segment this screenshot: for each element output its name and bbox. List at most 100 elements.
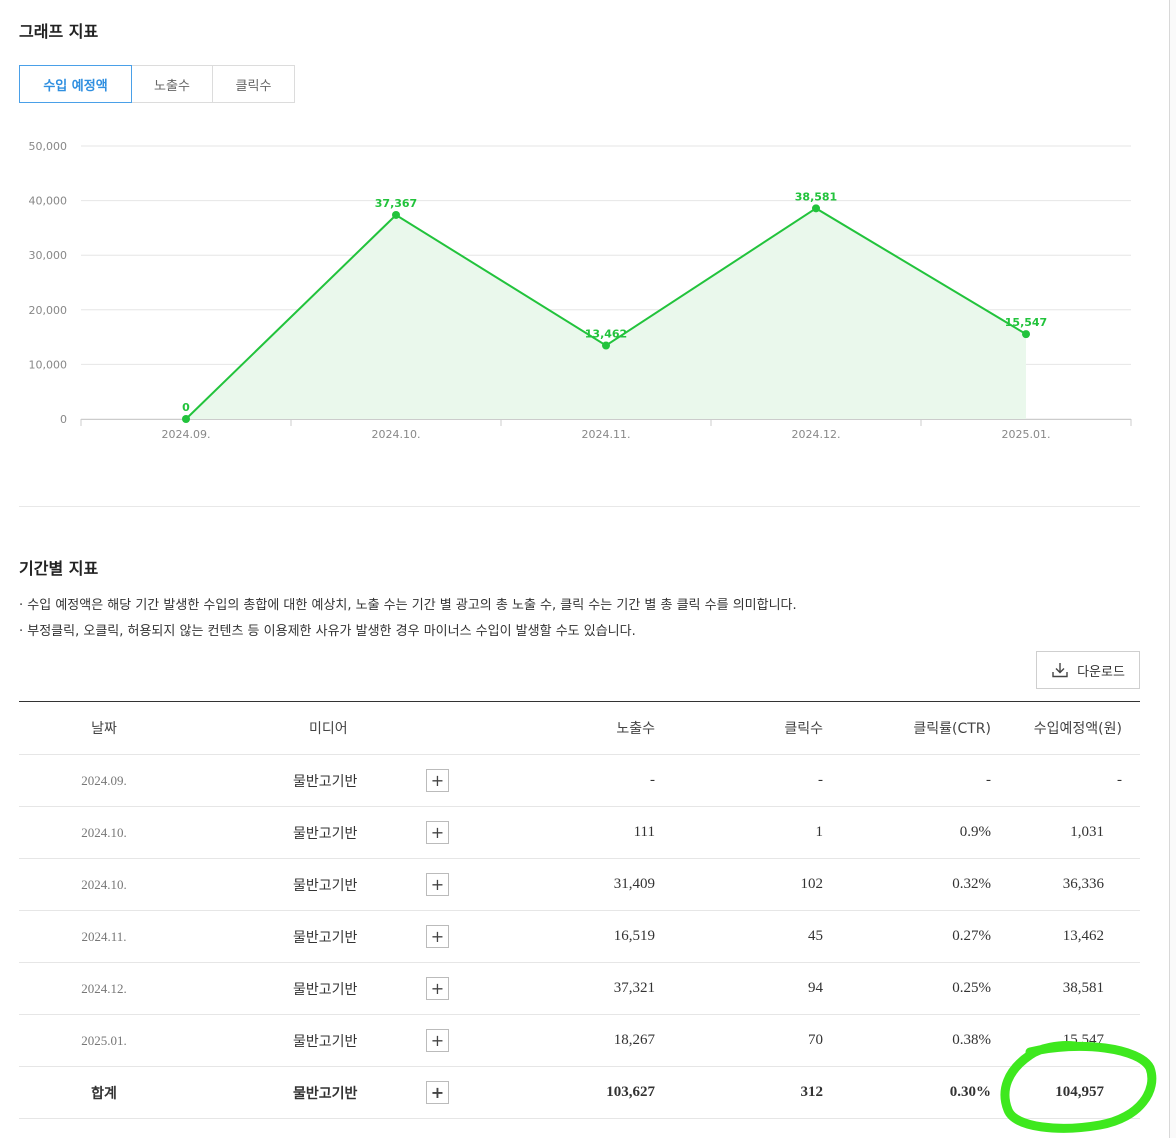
cell-impressions: - <box>505 754 656 807</box>
x-tick-label: 2024.09. <box>162 428 211 441</box>
cell-ctr: - <box>824 754 992 807</box>
x-tick-label: 2024.10. <box>372 428 421 441</box>
cell-clicks: - <box>656 754 824 807</box>
data-label: 37,367 <box>375 197 417 210</box>
cell-impressions: 103,627 <box>505 1066 656 1119</box>
header-media: 미디어 <box>189 701 425 755</box>
data-label: 15,547 <box>1005 316 1047 329</box>
header-clicks: 클릭수 <box>656 701 824 755</box>
data-point <box>182 415 190 423</box>
cell-revenue: 15,547 <box>992 1014 1140 1067</box>
cell-media: 물반고기반 <box>189 1014 425 1067</box>
cell-media: 물반고기반 <box>189 858 425 911</box>
expand-plus-icon[interactable]: + <box>426 769 449 792</box>
cell-date: 합계 <box>19 1066 189 1119</box>
tab-clicks[interactable]: 클릭수 <box>213 65 295 103</box>
table-total-row: 합계 물반고기반 +103,627 312 0.30% 104,957 <box>19 1066 1140 1119</box>
cell-media: 물반고기반 <box>189 1066 425 1119</box>
cell-revenue: 13,462 <box>992 910 1140 963</box>
cell-impressions: 111 <box>505 806 656 859</box>
table-row: 2024.10. 물반고기반 +31,409 102 0.32% 36,336 <box>19 858 1140 911</box>
table-row: 2024.09. 물반고기반 + - - - - <box>19 754 1140 807</box>
data-point <box>602 341 610 350</box>
cell-impressions: 37,321 <box>505 962 656 1015</box>
graph-section-title: 그래프 지표 <box>19 22 99 41</box>
cell-revenue: - <box>992 754 1140 807</box>
cell-ctr: 0.30% <box>824 1066 992 1119</box>
cell-impressions: 31,409 <box>505 858 656 911</box>
cell-clicks: 94 <box>656 962 824 1015</box>
download-button[interactable]: 다운로드 <box>1036 651 1140 689</box>
cell-impressions: 18,267 <box>505 1014 656 1067</box>
expand-plus-icon[interactable]: + <box>426 925 449 948</box>
cell-revenue: 38,581 <box>992 962 1140 1015</box>
y-tick-label: 40,000 <box>29 195 68 208</box>
cell-date: 2024.10. <box>19 858 189 911</box>
cell-date: 2024.12. <box>19 962 189 1015</box>
y-tick-label: 30,000 <box>29 249 68 262</box>
table-header-row: 날짜 미디어 노출수 클릭수 클릭률(CTR) 수입예정액(원) <box>19 701 1140 755</box>
table-row: 2024.10. 물반고기반 +111 1 0.9% 1,031 <box>19 806 1140 859</box>
cell-date: 2024.10. <box>19 806 189 859</box>
chart-svg: 0 10,000 20,000 30,000 40,000 50,000 2024.09. 2… <box>29 140 1132 441</box>
cell-revenue: 1,031 <box>992 806 1140 859</box>
y-tick-label: 20,000 <box>29 304 68 317</box>
cell-clicks: 312 <box>656 1066 824 1119</box>
data-label: 38,581 <box>795 190 837 203</box>
revenue-chart: 0 10,000 20,000 30,000 40,000 50,000 2024.09. 2… <box>0 120 1176 480</box>
header-impressions: 노출수 <box>505 701 656 755</box>
y-tick-label: 50,000 <box>29 140 68 153</box>
note-line-1: · 수입 예정액은 해당 기간 발생한 수입의 총합에 대한 예상치, 노출 수… <box>19 598 797 613</box>
cell-date: 2024.11. <box>19 910 189 963</box>
x-tick-label: 2025.01. <box>1002 428 1051 441</box>
download-label: 다운로드 <box>1077 664 1125 680</box>
tab-impressions[interactable]: 노출수 <box>132 65 213 103</box>
cell-media: 물반고기반 <box>189 806 425 859</box>
cell-date: 2024.09. <box>19 754 189 807</box>
metric-tabs: 수입 예정액 노출수 클릭수 <box>19 65 295 103</box>
table-row: 2024.12. 물반고기반 +37,321 94 0.25% 38,581 <box>19 962 1140 1015</box>
cell-revenue: 104,957 <box>992 1066 1140 1119</box>
cell-ctr: 0.25% <box>824 962 992 1015</box>
cell-media: 물반고기반 <box>189 962 425 1015</box>
cell-media: 물반고기반 <box>189 910 425 963</box>
cell-clicks: 70 <box>656 1014 824 1067</box>
y-tick-label: 10,000 <box>29 358 68 371</box>
data-label: 0 <box>182 401 190 414</box>
cell-date: 2025.01. <box>19 1014 189 1067</box>
table-row: 2025.01. 물반고기반 +18,267 70 0.38% 15,547 <box>19 1014 1140 1067</box>
header-date: 날짜 <box>19 701 189 755</box>
cell-ctr: 0.38% <box>824 1014 992 1067</box>
cell-ctr: 0.27% <box>824 910 992 963</box>
header-ctr: 클릭률(CTR) <box>824 701 992 755</box>
period-section-title: 기간별 지표 <box>19 559 99 578</box>
header-revenue: 수입예정액(원) <box>992 701 1140 755</box>
series-area <box>186 208 1026 419</box>
cell-media: 물반고기반 <box>189 754 425 807</box>
cell-ctr: 0.9% <box>824 806 992 859</box>
expand-plus-icon[interactable]: + <box>426 1081 449 1104</box>
download-icon <box>1052 663 1068 678</box>
x-tick-label: 2024.11. <box>582 428 631 441</box>
period-table: 날짜 미디어 노출수 클릭수 클릭률(CTR) 수입예정액(원) 2024.09… <box>19 701 1140 1119</box>
cell-clicks: 102 <box>656 858 824 911</box>
cell-ctr: 0.32% <box>824 858 992 911</box>
y-tick-label: 0 <box>60 413 67 426</box>
table-row: 2024.11. 물반고기반 +16,519 45 0.27% 13,462 <box>19 910 1140 963</box>
x-tick-label: 2024.12. <box>792 428 841 441</box>
data-point <box>812 204 820 213</box>
expand-plus-icon[interactable]: + <box>426 821 449 844</box>
expand-plus-icon[interactable]: + <box>426 873 449 896</box>
data-point <box>392 210 400 219</box>
cell-clicks: 1 <box>656 806 824 859</box>
data-label: 13,462 <box>585 327 627 340</box>
cell-impressions: 16,519 <box>505 910 656 963</box>
cell-revenue: 36,336 <box>992 858 1140 911</box>
note-line-2: · 부정클릭, 오클릭, 허용되지 않는 컨텐츠 등 이용제한 사유가 발생한 … <box>19 624 636 639</box>
section-divider <box>19 506 1140 507</box>
expand-plus-icon[interactable]: + <box>426 977 449 1000</box>
cell-clicks: 45 <box>656 910 824 963</box>
tab-revenue[interactable]: 수입 예정액 <box>19 65 132 103</box>
data-point <box>1022 330 1030 339</box>
expand-plus-icon[interactable]: + <box>426 1029 449 1052</box>
